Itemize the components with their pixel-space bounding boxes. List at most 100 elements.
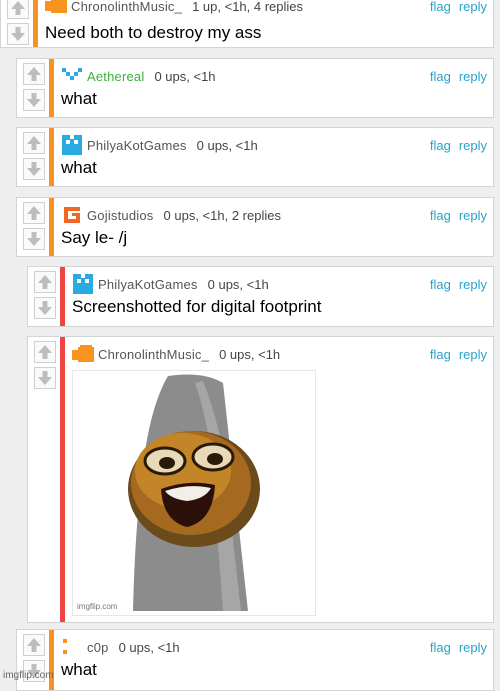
comment-actions: flag reply [430, 640, 487, 655]
upvote-button[interactable] [33, 271, 56, 293]
avatar-icon[interactable] [61, 204, 83, 226]
downvote-button[interactable] [6, 23, 29, 45]
flag-link[interactable]: flag [430, 277, 451, 292]
username[interactable]: ChronolinthMusic_ [98, 347, 209, 362]
comment-text: Say le- /j [61, 228, 128, 247]
comment-meta: 0 ups, <1h [118, 639, 180, 655]
up-arrow-icon [26, 638, 41, 652]
thread-bar [49, 128, 54, 186]
up-arrow-icon [26, 206, 41, 220]
comment: Aethereal 0 ups, <1h flag reply what [16, 58, 494, 118]
comment-header: ChronolinthMusic_ 1 up, <1h, 4 replies f… [45, 0, 487, 17]
thread-bar [60, 267, 65, 326]
comment-meta: 0 ups, <1h [219, 346, 281, 362]
avatar-icon[interactable] [72, 273, 94, 295]
flag-link[interactable]: flag [430, 347, 451, 362]
downvote-button[interactable] [33, 367, 56, 389]
username[interactable]: PhilyaKotGames [87, 138, 187, 153]
reply-link[interactable]: reply [459, 208, 487, 223]
upvote-button[interactable] [22, 202, 45, 224]
comment-header: Aethereal 0 ups, <1h flag reply [61, 65, 487, 87]
down-arrow-icon [10, 27, 25, 41]
vote-controls [28, 267, 61, 319]
upvote-button[interactable] [22, 634, 45, 656]
down-arrow-icon [37, 371, 52, 385]
comment-header: PhilyaKotGames 0 ups, <1h flag reply [72, 273, 487, 295]
down-arrow-icon [26, 93, 41, 107]
reply-link[interactable]: reply [459, 138, 487, 153]
downvote-button[interactable] [33, 297, 56, 319]
upvote-button[interactable] [22, 63, 45, 85]
username[interactable]: ChronolinthMusic_ [71, 0, 182, 14]
avatar-icon[interactable] [61, 134, 83, 156]
flag-link[interactable]: flag [430, 640, 451, 655]
comment-text: Need both to destroy my ass [45, 23, 262, 42]
comment-header: PhilyaKotGames 0 ups, <1h flag reply [61, 134, 487, 156]
comment-header: Gojistudios 0 ups, <1h, 2 replies flag r… [61, 204, 487, 226]
comment-actions: flag reply [430, 277, 487, 292]
comment-meta: 0 ups, <1h [207, 276, 269, 292]
flag-link[interactable]: flag [430, 0, 451, 14]
comment-image[interactable]: imgflip.com [72, 370, 316, 616]
down-arrow-icon [26, 162, 41, 176]
up-arrow-icon [26, 136, 41, 150]
vote-controls [17, 59, 50, 111]
comment-actions: flag reply [430, 69, 487, 84]
vote-controls [28, 337, 61, 389]
image-watermark: imgflip.com [77, 602, 118, 611]
comment-meta: 0 ups, <1h [154, 68, 216, 84]
reply-link[interactable]: reply [459, 347, 487, 362]
username[interactable]: PhilyaKotGames [98, 277, 198, 292]
up-arrow-icon [37, 345, 52, 359]
comment: ChronolinthMusic_ 1 up, <1h, 4 replies f… [0, 0, 494, 48]
vote-controls [1, 0, 34, 45]
avatar-icon[interactable] [61, 636, 83, 658]
reply-link[interactable]: reply [459, 0, 487, 14]
reply-link[interactable]: reply [459, 640, 487, 655]
reply-link[interactable]: reply [459, 277, 487, 292]
flag-link[interactable]: flag [430, 138, 451, 153]
username[interactable]: Aethereal [87, 69, 144, 84]
thread-bar [49, 198, 54, 256]
comment-meta: 0 ups, <1h [196, 137, 258, 153]
upvote-button[interactable] [22, 132, 45, 154]
comment-text: what [61, 660, 97, 679]
avatar-icon[interactable] [45, 0, 67, 17]
downvote-button[interactable] [22, 228, 45, 250]
avatar-icon[interactable] [72, 343, 94, 365]
comment-actions: flag reply [430, 208, 487, 223]
comment-actions: flag reply [430, 0, 487, 14]
username[interactable]: c0p [87, 640, 109, 655]
upvote-button[interactable] [6, 0, 29, 19]
thread-bar [49, 59, 54, 117]
down-arrow-icon [37, 301, 52, 315]
up-arrow-icon [26, 67, 41, 81]
thread-bar [33, 0, 38, 47]
downvote-button[interactable] [22, 158, 45, 180]
meme-illustration [128, 374, 260, 611]
comment-header: ChronolinthMusic_ 0 ups, <1h flag reply [72, 343, 487, 365]
username[interactable]: Gojistudios [87, 208, 154, 223]
comment: Gojistudios 0 ups, <1h, 2 replies flag r… [16, 197, 494, 257]
reply-link[interactable]: reply [459, 69, 487, 84]
thread-bar [60, 337, 65, 622]
flag-link[interactable]: flag [430, 208, 451, 223]
site-watermark: imgflip.com [3, 670, 54, 681]
up-arrow-icon [10, 1, 25, 15]
downvote-button[interactable] [22, 89, 45, 111]
avatar-icon[interactable] [61, 65, 83, 87]
comment: c0p 0 ups, <1h flag reply what [16, 629, 494, 691]
flag-link[interactable]: flag [430, 69, 451, 84]
comment: PhilyaKotGames 0 ups, <1h flag reply wha… [16, 127, 494, 187]
vote-controls [17, 128, 50, 180]
up-arrow-icon [37, 275, 52, 289]
upvote-button[interactable] [33, 341, 56, 363]
thread-bar [49, 630, 54, 690]
comment-text: what [61, 89, 97, 108]
down-arrow-icon [26, 232, 41, 246]
comment: PhilyaKotGames 0 ups, <1h flag reply Scr… [27, 266, 494, 327]
comment-header: c0p 0 ups, <1h flag reply [61, 636, 487, 658]
comment-meta: 0 ups, <1h, 2 replies [163, 207, 281, 223]
comment-actions: flag reply [430, 347, 487, 362]
comment-text: what [61, 158, 97, 177]
